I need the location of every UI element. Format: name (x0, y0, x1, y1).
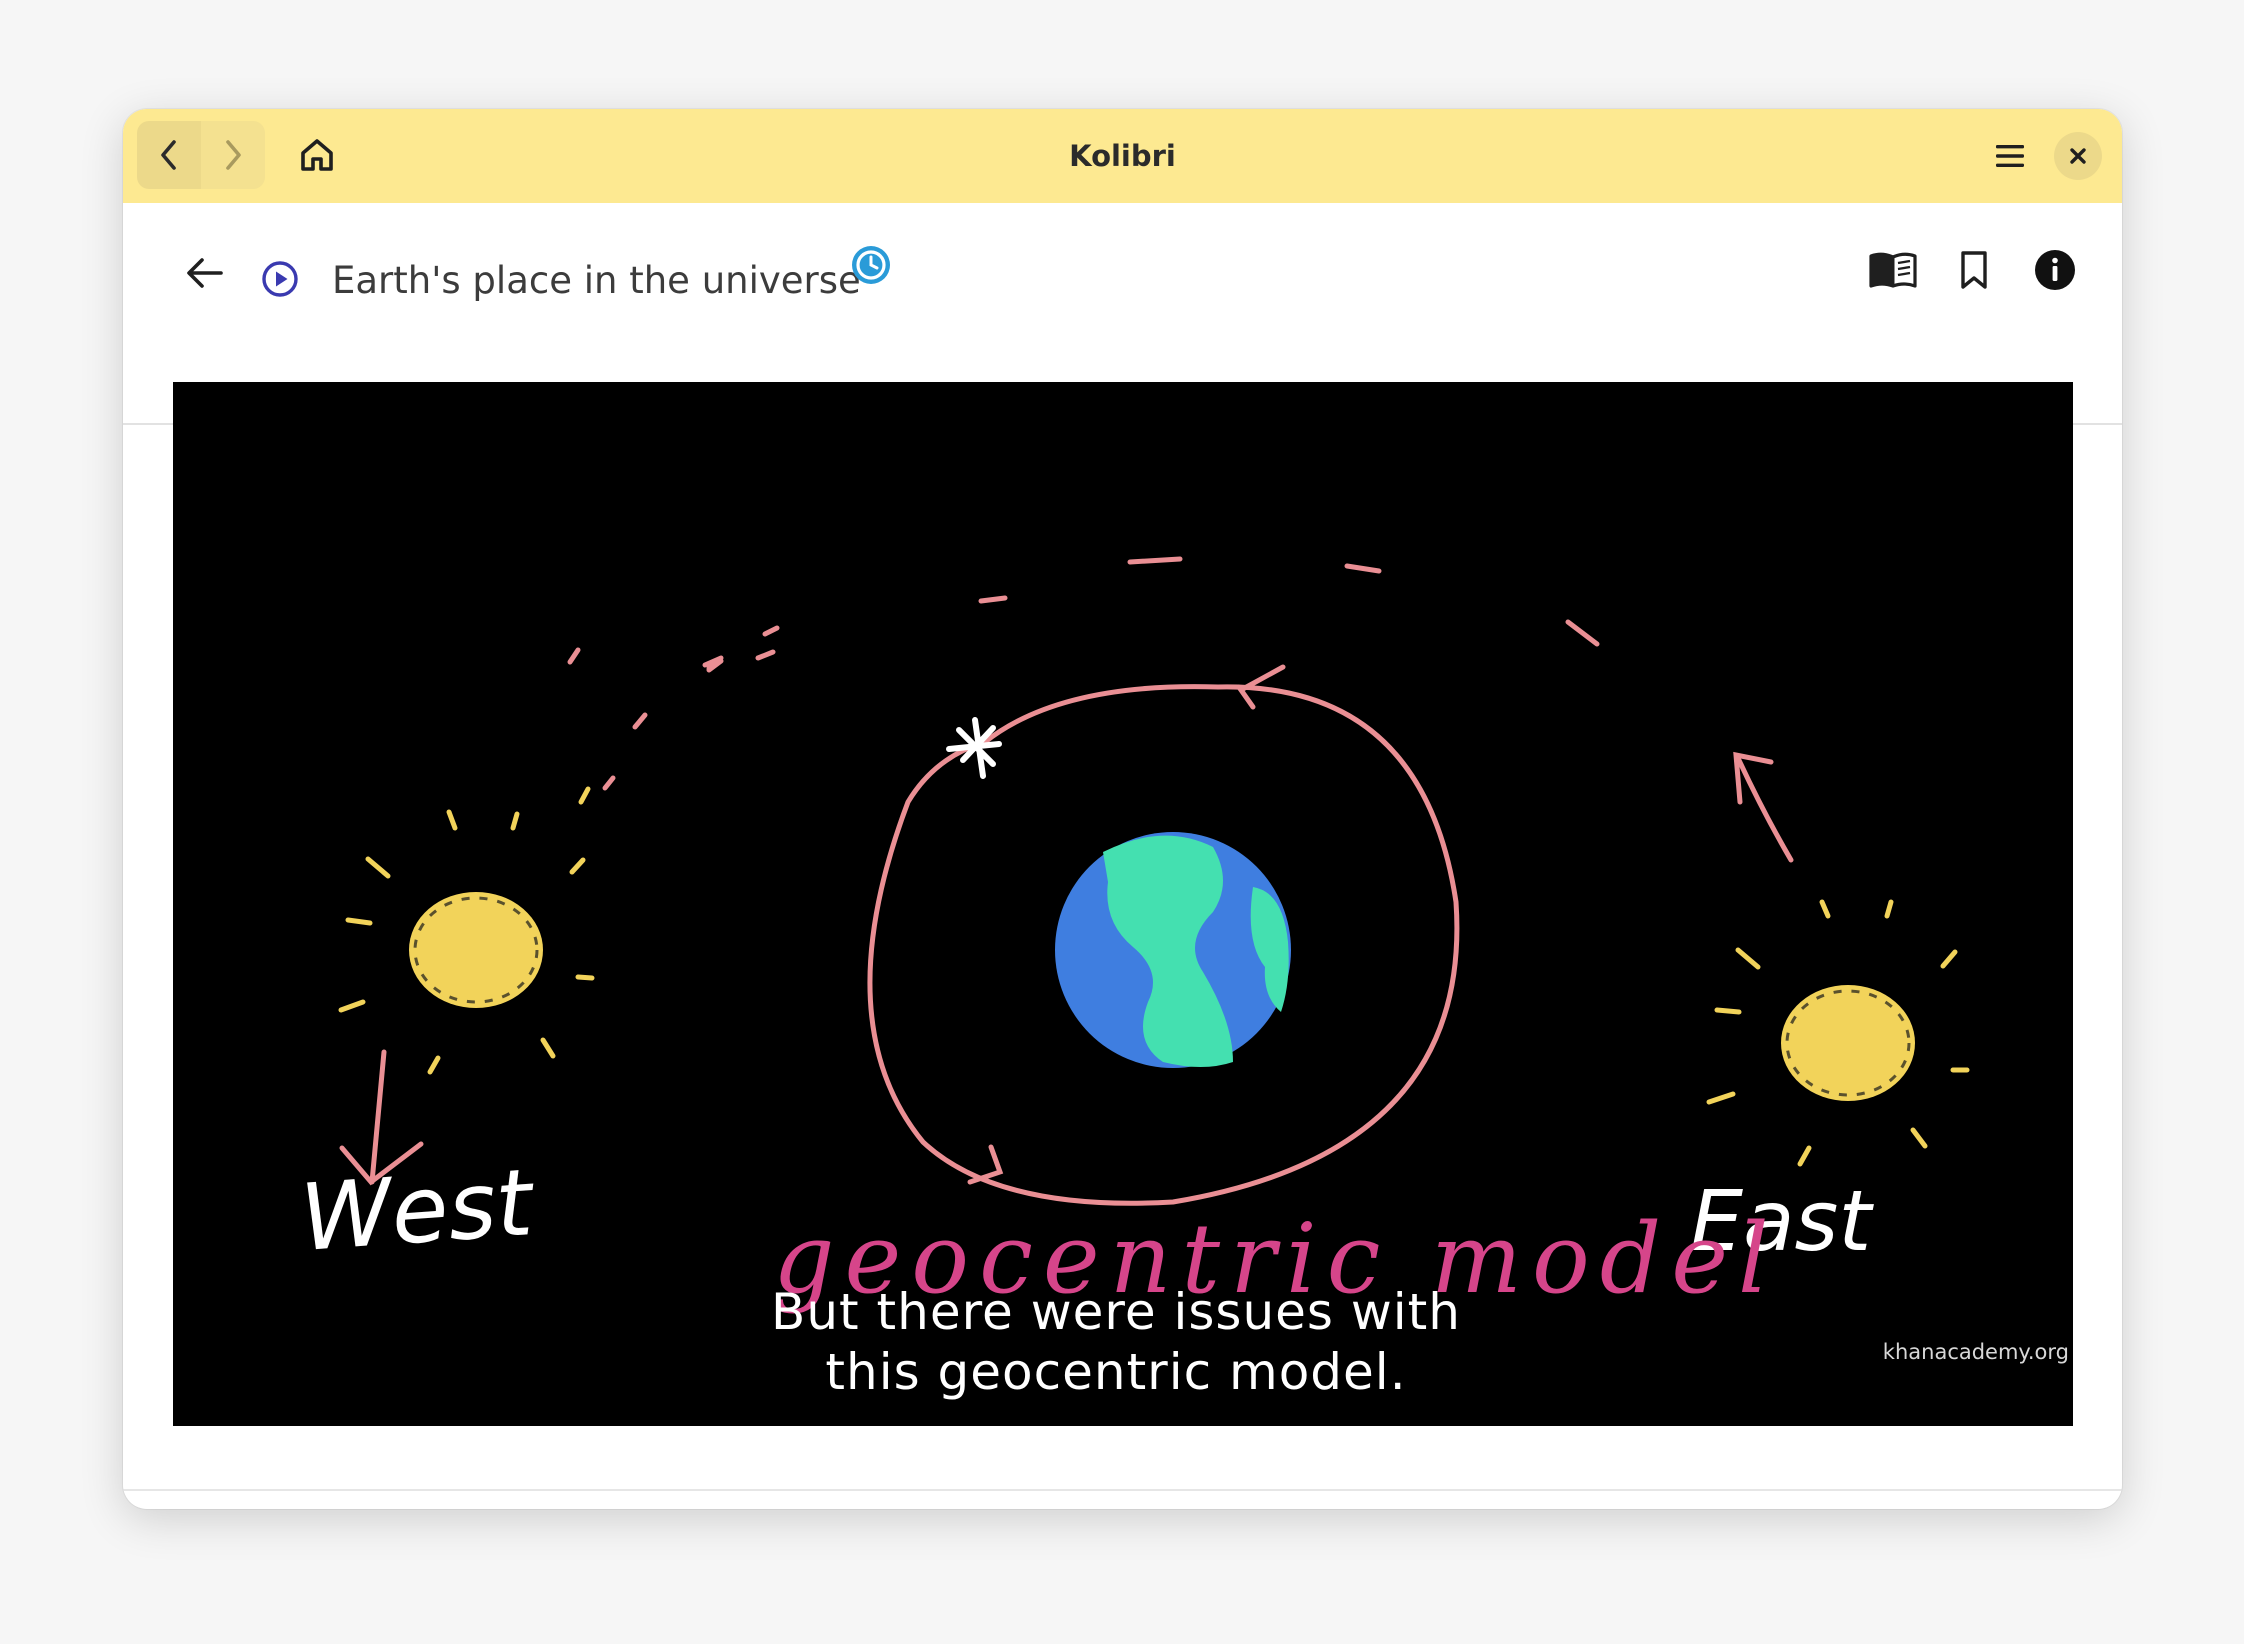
caption-line-1: But there were issues with (771, 1283, 1461, 1341)
video-play-icon (262, 261, 298, 297)
main-menu-button[interactable] (1977, 123, 2043, 189)
info-button[interactable] (2026, 241, 2084, 299)
home-button[interactable] (283, 121, 351, 189)
in-progress-clock-icon (852, 246, 890, 284)
caption-line-2: this geocentric model. (825, 1343, 1407, 1401)
west-label: West (297, 1149, 538, 1272)
history-nav (137, 121, 265, 189)
open-book-icon (1869, 252, 1917, 288)
content-back-button[interactable] (179, 247, 231, 299)
close-button[interactable] (2054, 132, 2102, 180)
video-frame-drawing: West East geocentric model (297, 556, 1970, 1315)
window-title: Kolibri (1069, 139, 1176, 173)
watermark: khanacademy.org (1882, 1340, 2069, 1364)
bookmark-icon (1961, 251, 1987, 289)
hamburger-menu-icon (1996, 145, 2024, 167)
bottom-divider (123, 1489, 2122, 1491)
chevron-left-icon (161, 140, 176, 170)
close-icon (2070, 148, 2086, 164)
back-button[interactable] (137, 121, 201, 189)
forward-button[interactable] (201, 121, 265, 189)
view-resource-list-button[interactable] (1864, 241, 1922, 299)
content-title: Earth's place in the universe (332, 259, 861, 302)
subtitle-caption: But there were issues with this geocentr… (173, 1282, 2066, 1402)
app-window: Kolibri Earth's place in the universe We… (123, 109, 2122, 1509)
chevron-right-icon (226, 140, 241, 170)
info-icon (2035, 250, 2075, 290)
home-icon (301, 139, 333, 171)
bookmark-button[interactable] (1945, 241, 2003, 299)
video-player[interactable]: West East geocentric model But there wer… (173, 382, 2073, 1426)
titlebar: Kolibri (123, 109, 2122, 203)
arrow-left-icon (187, 258, 223, 288)
